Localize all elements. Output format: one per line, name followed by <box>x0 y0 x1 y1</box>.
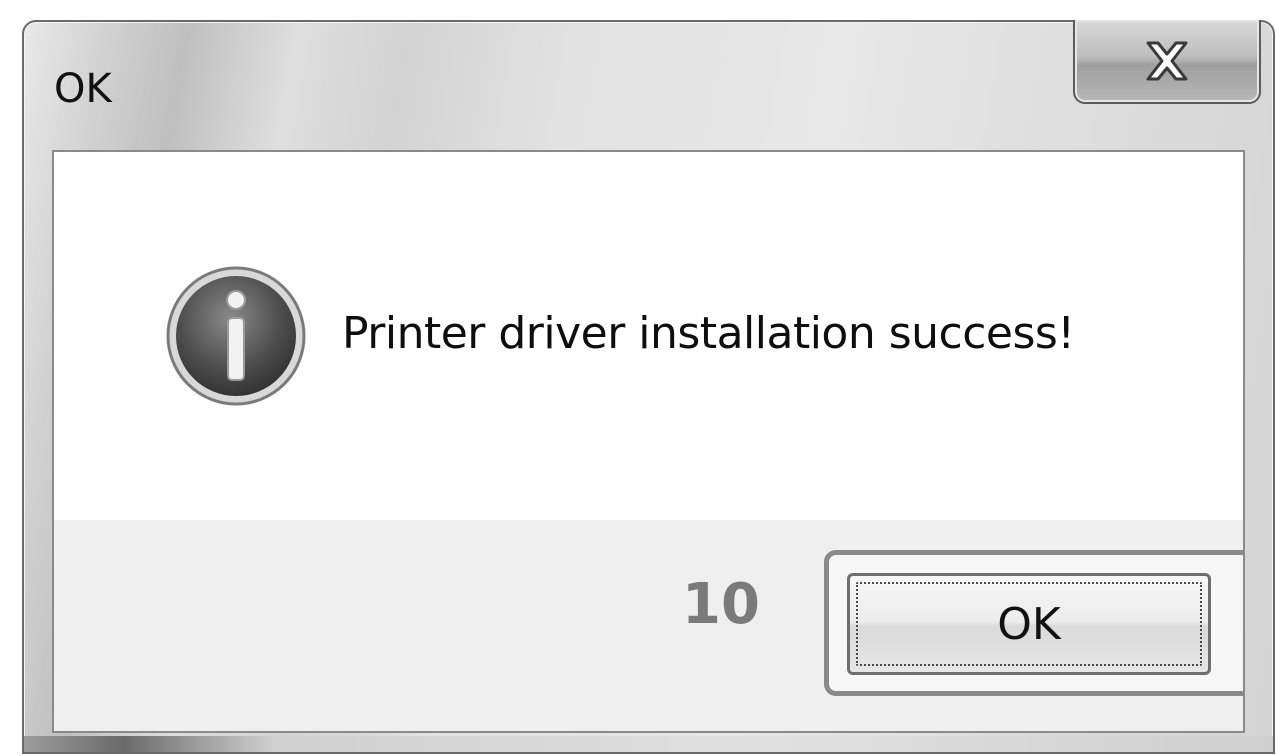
countdown-timer: 10 <box>682 572 760 637</box>
info-icon <box>164 264 308 408</box>
dialog-window: OK Printer driver installation success! … <box>22 20 1275 754</box>
window-frame-bottom <box>24 736 1273 752</box>
ok-button[interactable]: OK <box>847 573 1211 675</box>
window-title: OK <box>54 66 112 112</box>
message-area: Printer driver installation success! <box>54 152 1243 520</box>
ok-button-focus-ring: OK <box>824 550 1243 696</box>
close-button[interactable] <box>1073 20 1261 104</box>
dialog-message: Printer driver installation success! <box>342 308 1075 359</box>
button-bar: 10 OK <box>54 520 1243 731</box>
title-bar[interactable]: OK <box>24 20 1273 150</box>
close-x-icon <box>1140 39 1194 83</box>
dialog-client-area: Printer driver installation success! 10 … <box>52 150 1245 733</box>
